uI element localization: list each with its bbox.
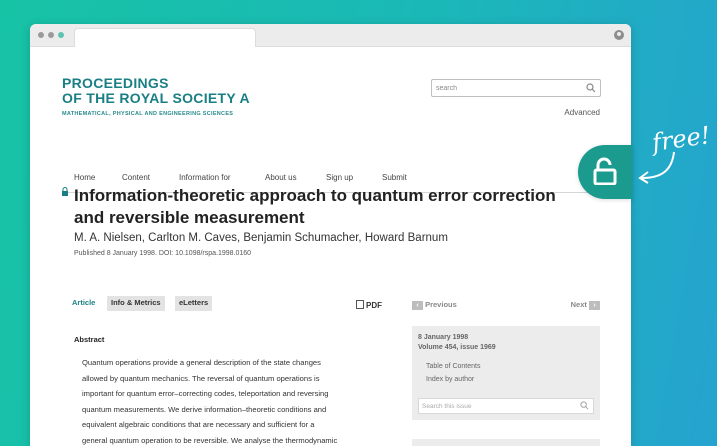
open-access-badge <box>578 145 632 199</box>
abstract-text: Quantum operations provide a general des… <box>82 355 382 446</box>
curved-arrow-icon <box>638 151 675 184</box>
search-input[interactable] <box>436 82 581 94</box>
nav-about-us[interactable]: About us <box>265 173 297 182</box>
next-label: Next <box>570 300 587 309</box>
abstract-line: Quantum operations provide a general des… <box>82 358 321 367</box>
published-info: Published 8 January 1998. DOI: 10.1098/r… <box>74 250 252 257</box>
nav-information-for[interactable]: Information for <box>179 173 231 182</box>
nav-submit[interactable]: Submit <box>382 173 407 182</box>
index-by-author-link[interactable]: Index by author <box>426 376 474 383</box>
issue-search-input[interactable] <box>422 401 572 411</box>
advanced-search-link[interactable]: Advanced <box>564 108 600 117</box>
browser-window: PROCEEDINGS OF THE ROYAL SOCIETY A MATHE… <box>30 24 631 446</box>
maximize-dot[interactable] <box>58 32 64 38</box>
page: PROCEEDINGS OF THE ROYAL SOCIETY A MATHE… <box>30 47 631 446</box>
minimize-dot[interactable] <box>48 32 54 38</box>
chevron-right-icon: › <box>589 301 600 310</box>
previous-label: Previous <box>425 300 457 309</box>
journal-logo[interactable]: PROCEEDINGS OF THE ROYAL SOCIETY A MATHE… <box>62 75 250 118</box>
abstract-line: important for quantum error–correcting c… <box>82 389 329 398</box>
pdf-link[interactable]: PDF <box>356 300 382 310</box>
close-dot[interactable] <box>38 32 44 38</box>
issue-search-box <box>418 398 594 414</box>
side-panel-secondary <box>412 439 600 446</box>
abstract-line: quantum measurements. We derive informat… <box>82 404 327 414</box>
article-title: Information-theoretic approach to quantu… <box>74 186 556 227</box>
article-authors[interactable]: M. A. Nielsen, Carlton M. Caves, Benjami… <box>74 232 448 244</box>
browser-chrome <box>30 24 631 47</box>
tab-eletters[interactable]: eLetters <box>175 296 213 311</box>
abstract-heading: Abstract <box>74 335 105 344</box>
previous-link[interactable]: ‹ Previous <box>412 300 457 310</box>
journal-name-line1: PROCEEDINGS <box>62 75 169 91</box>
next-link[interactable]: Next › <box>571 300 600 310</box>
tab-article[interactable]: Article <box>68 296 99 311</box>
lock-icon <box>62 187 68 196</box>
pager: ‹ Previous Next › <box>412 300 600 312</box>
pdf-label: PDF <box>366 301 382 310</box>
abstract-line: equivalent algebraic conditions that are… <box>82 420 315 429</box>
search-icon[interactable] <box>580 401 589 410</box>
abstract-line: general quantum operation to be reversib… <box>82 435 338 445</box>
journal-subtitle: MATHEMATICAL, PHYSICAL AND ENGINEERING S… <box>62 111 234 117</box>
nav-sign-up[interactable]: Sign up <box>326 173 353 182</box>
nav-content[interactable]: Content <box>122 173 150 182</box>
issue-panel: 8 January 1998 Volume 454, issue 1969 Ta… <box>412 326 600 420</box>
nav-home[interactable]: Home <box>74 173 95 182</box>
table-of-contents-link[interactable]: Table of Contents <box>426 363 480 370</box>
unlock-icon <box>593 157 617 185</box>
search-icon[interactable] <box>586 83 596 93</box>
abstract-line: allowed by quantum mechanics. The revers… <box>82 373 320 383</box>
chevron-left-icon: ‹ <box>412 301 423 310</box>
journal-name-line2: OF THE ROYAL SOCIETY A <box>62 90 250 106</box>
issue-volume[interactable]: Volume 454, issue 1969 <box>418 344 496 351</box>
search-box <box>431 79 601 97</box>
user-icon[interactable] <box>614 30 624 40</box>
tab-info-metrics[interactable]: Info & Metrics <box>107 296 165 311</box>
browser-tab[interactable] <box>74 28 256 47</box>
issue-date: 8 January 1998 <box>418 334 469 341</box>
pdf-icon <box>356 300 364 309</box>
